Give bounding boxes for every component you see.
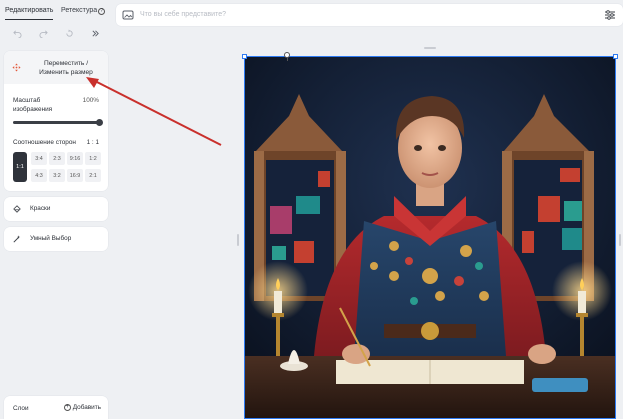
paints-button[interactable]: Краски [4,197,108,221]
move-resize-label: Переместить / Изменить размер [24,59,108,77]
ratio-option[interactable]: 1:2 [85,152,101,165]
scale-label: Масштаб изображения [13,96,63,114]
transform-card: Переместить / Изменить размер Масштаб из… [4,51,108,191]
aspect-ratio-value: 1 : 1 [86,139,99,146]
resize-handle-tl[interactable] [242,54,247,59]
ratio-option[interactable]: 16:9 [67,169,83,182]
rotate-handle[interactable] [284,52,290,58]
scale-label-line1: Масштаб [13,97,41,104]
paints-label: Краски [30,205,51,212]
skip-icon[interactable] [88,26,102,40]
scale-slider[interactable] [13,119,103,126]
redo-icon[interactable] [36,26,50,40]
ratio-option[interactable]: 3:4 [31,152,47,165]
ratio-option-selected[interactable]: 1:1 [13,152,27,182]
history-toolbar [4,23,108,43]
layers-label: Слои [13,405,29,412]
ratio-option[interactable]: 2:3 [49,152,65,165]
tab-retexture[interactable]: Ретекстура? [61,7,106,15]
tab-retexture-label: Ретекстура [61,7,98,14]
aspect-ratio-grid: 1:1 3:4 2:3 9:16 1:2 4:3 3:2 16:9 2:1 [13,152,102,182]
move-label-line2: Изменить размер [39,69,93,76]
tab-bar: Редактировать Ретекстура? [0,0,112,22]
add-layer-button[interactable]: + Добавить [63,404,101,411]
canvas-image[interactable] [244,56,616,419]
scale-value: 100% [82,97,99,104]
plus-icon: + [63,404,71,411]
move-resize-tool[interactable]: Переместить / Изменить размер [4,51,108,84]
smart-select-label: Умный Выбор [30,235,72,242]
canvas-right-handle[interactable] [619,234,621,246]
magic-wand-icon [13,235,21,243]
move-label-line1: Переместить / [43,60,89,67]
sliders-icon[interactable] [604,9,616,21]
aspect-ratio-label: Соотношение сторон [13,139,76,146]
ratio-option[interactable]: 3:2 [49,169,65,182]
prompt-bar[interactable]: Что вы себе представите? [116,4,623,26]
tab-edit[interactable]: Редактировать [5,7,54,20]
image-prompt-icon[interactable] [122,9,134,21]
canvas-left-handle[interactable] [237,234,239,246]
prompt-placeholder: Что вы себе представите? [140,11,226,18]
layers-panel: Слои + Добавить [4,396,108,419]
ratio-option[interactable]: 4:3 [31,169,47,182]
move-arrows-icon [12,63,21,72]
left-panel: Редактировать Ретекстура? Переместить / … [0,0,112,419]
undo-icon[interactable] [10,26,24,40]
question-icon[interactable]: ? [98,8,106,15]
ratio-option[interactable]: 9:16 [67,152,83,165]
add-layer-label: Добавить [72,404,101,411]
paint-bucket-icon [13,205,21,213]
scale-slider-knob[interactable] [96,119,103,126]
resize-handle-tr[interactable] [613,54,618,59]
scale-label-line2: изображения [13,106,53,113]
ratio-option[interactable]: 2:1 [85,169,101,182]
canvas-top-handle[interactable] [424,47,436,49]
smart-select-button[interactable]: Умный Выбор [4,227,108,251]
reset-icon[interactable] [62,26,76,40]
portrait-illustration [244,56,616,419]
